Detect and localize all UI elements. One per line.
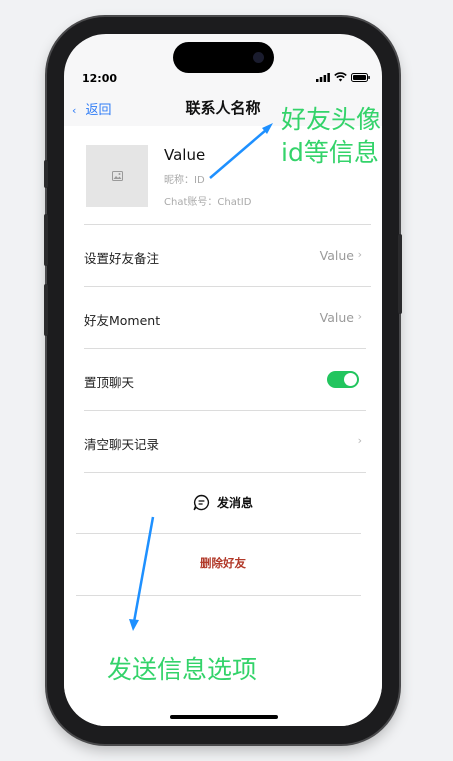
row-label: 清空聊天记录: [84, 437, 160, 452]
side-button: [44, 160, 48, 188]
chat-id-label: Chat账号：: [164, 197, 218, 208]
divider: [84, 348, 366, 349]
dynamic-island: [173, 42, 274, 73]
wifi-icon: [334, 72, 347, 82]
row-label: 设置好友备注: [84, 251, 160, 266]
delete-friend-button[interactable]: 删除好友: [64, 555, 382, 571]
message-bubble-icon: [193, 494, 210, 511]
nickname-label: 昵称：: [164, 175, 194, 186]
pin-chat-toggle[interactable]: [327, 371, 359, 388]
camera-icon: [253, 52, 264, 63]
nickname-line: 昵称：ID: [164, 171, 205, 186]
image-placeholder-icon: [111, 171, 123, 181]
annotation-line: 好友头像: [281, 105, 382, 134]
volume-up-button: [44, 214, 48, 266]
volume-down-button: [44, 284, 48, 336]
chat-id-value: ChatID: [217, 197, 252, 208]
divider: [84, 472, 366, 473]
send-message-label: 发消息: [216, 496, 253, 510]
row-label: 置顶聊天: [84, 375, 135, 390]
chat-id-line: Chat账号：ChatID: [164, 193, 251, 208]
chevron-right-icon: ›: [357, 310, 362, 323]
divider: [76, 533, 361, 534]
signal-icon: [316, 72, 330, 82]
divider: [84, 410, 366, 411]
chevron-right-icon: ›: [357, 248, 362, 261]
divider: [76, 595, 361, 596]
home-indicator: [170, 715, 278, 719]
row-value: Value: [319, 248, 354, 263]
status-time: 12:00: [82, 72, 118, 85]
row-label: 好友Moment: [84, 313, 161, 328]
chevron-right-icon: ›: [357, 434, 362, 447]
contact-name: Value: [164, 146, 206, 164]
avatar[interactable]: [86, 145, 148, 207]
annotation-line: id等信息: [281, 138, 379, 167]
row-value: Value: [319, 310, 354, 325]
send-annotation: 发送信息选项: [107, 655, 258, 684]
content-area: Value 昵称：ID Chat账号：ChatID 设置好友备注 Value ›…: [64, 126, 382, 726]
status-icons: [316, 72, 370, 82]
divider: [84, 224, 371, 225]
nickname-value: ID: [194, 175, 205, 186]
divider: [84, 286, 371, 287]
battery-icon: [351, 72, 370, 82]
avatar-annotation: 好友头像 id等信息: [281, 103, 381, 169]
send-message-button[interactable]: 发消息: [64, 494, 382, 511]
toggle-knob: [344, 373, 357, 386]
power-button: [398, 234, 402, 314]
